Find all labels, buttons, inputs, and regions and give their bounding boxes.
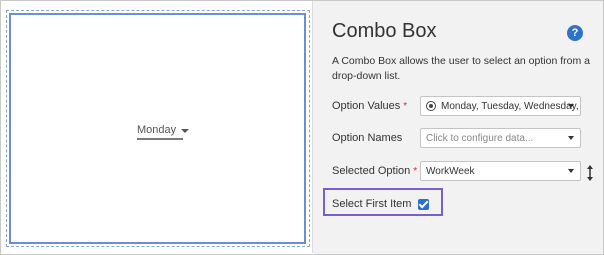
selected-option-select[interactable]: WorkWeek <box>420 161 581 181</box>
option-names-placeholder: Click to configure data... <box>426 132 534 144</box>
chevron-down-icon <box>568 104 574 108</box>
panel-title: Combo Box <box>332 20 437 42</box>
required-marker: * <box>413 165 418 177</box>
option-names-label: Option Names <box>332 128 402 148</box>
select-first-item-label-text: Select First Item <box>332 198 412 210</box>
chevron-down-icon <box>568 169 574 173</box>
selected-option-value: WorkWeek <box>426 165 475 177</box>
help-icon[interactable]: ? <box>567 25 583 41</box>
required-marker: * <box>403 100 408 112</box>
option-values-select[interactable]: Monday, Tuesday, Wednesday, <box>420 96 581 116</box>
radio-selected-icon <box>426 101 436 111</box>
design-canvas[interactable]: Monday <box>1 1 313 253</box>
option-values-value: Monday, Tuesday, Wednesday, <box>441 100 579 112</box>
combo-box-preview-value: Monday <box>137 124 177 136</box>
selected-option-label: Selected Option * <box>332 161 417 181</box>
chevron-down-icon <box>181 128 190 133</box>
panel-description: A Combo Box allows the user to select an… <box>332 55 590 82</box>
chevron-down-icon <box>568 136 574 140</box>
properties-panel: Combo Box ? A Combo Box allows the user … <box>313 1 603 254</box>
option-names-select[interactable]: Click to configure data... <box>420 128 581 148</box>
select-first-item-label: Select First Item <box>332 194 411 214</box>
combo-box-preview[interactable]: Monday <box>137 122 190 140</box>
resize-handle-icon[interactable] <box>585 163 595 183</box>
option-names-label-text: Option Names <box>332 132 403 144</box>
option-values-label: Option Values * <box>332 96 407 116</box>
select-first-item-checkbox[interactable] <box>418 199 429 210</box>
option-values-label-text: Option Values <box>332 100 401 112</box>
selected-option-label-text: Selected Option <box>332 165 411 177</box>
